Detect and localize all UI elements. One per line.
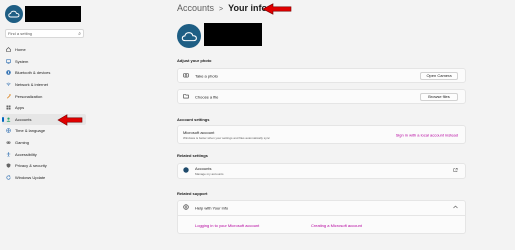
search-input[interactable]: Find a setting ⌕ — [5, 29, 84, 38]
search-placeholder: Find a setting — [8, 31, 33, 36]
breadcrumb-accounts[interactable]: Accounts — [177, 3, 214, 13]
network-icon — [6, 82, 11, 87]
accounts-related-label: Accounts — [195, 166, 212, 171]
sidebar-item-windows-update[interactable]: Windows Update — [2, 172, 86, 184]
settings-window: Find a setting ⌕ Home System Bluetooth &… — [0, 0, 515, 250]
sidebar-item-label: Gaming — [15, 140, 30, 146]
sidebar-item-label: Bluetooth & devices — [15, 70, 51, 76]
sidebar-item-label: Accounts — [15, 116, 32, 122]
browse-files-button[interactable]: Browse files — [420, 92, 458, 101]
sidebar-item-system[interactable]: System — [2, 56, 86, 68]
accounts-icon — [6, 117, 11, 122]
cloud-icon — [8, 10, 20, 18]
sidebar-item-time-language[interactable]: Time & language — [2, 125, 86, 137]
chevron-up-icon[interactable] — [453, 205, 458, 211]
sidebar-item-label: Accessibility — [15, 151, 37, 157]
accessibility-icon — [6, 152, 11, 157]
sidebar-profile[interactable] — [5, 5, 83, 25]
section-title-related-support: Related support — [177, 191, 208, 196]
avatar — [177, 24, 201, 48]
creating-account-link[interactable]: Creating a Microsoft account — [311, 223, 362, 228]
microsoft-account-row: Microsoft account Windows is better when… — [177, 125, 466, 144]
sidebar-item-apps[interactable]: Apps — [2, 102, 86, 114]
sidebar-item-bluetooth[interactable]: Bluetooth & devices — [2, 67, 86, 79]
sidebar-item-privacy-security[interactable]: Privacy & security — [2, 160, 86, 172]
sidebar-item-label: Home — [15, 47, 26, 53]
gaming-icon — [6, 140, 11, 145]
sidebar-item-label: Personalization — [15, 93, 43, 99]
microsoft-account-label: Microsoft account — [183, 130, 215, 135]
microsoft-account-description: Windows is better when your settings and… — [183, 136, 270, 140]
system-icon — [6, 59, 11, 64]
sign-in-local-account-link[interactable]: Sign in with a local account instead — [396, 132, 458, 137]
bluetooth-icon — [6, 70, 11, 76]
accounts-related-description: Manage my accounts — [195, 172, 224, 176]
search-icon: ⌕ — [78, 31, 81, 37]
breadcrumb: Accounts > Your info — [177, 3, 267, 13]
sidebar-item-label: Apps — [15, 105, 25, 111]
sidebar-item-label: System — [15, 58, 29, 64]
sidebar-item-label: Network & internet — [15, 82, 48, 88]
redacted-user-name — [204, 23, 262, 46]
logging-in-link[interactable]: Logging in to your Microsoft account — [195, 223, 259, 228]
sidebar-item-home[interactable]: Home — [2, 44, 86, 56]
shield-icon — [6, 163, 11, 168]
choose-file-row: Choose a file Browse files — [177, 89, 466, 104]
sidebar-item-label: Time & language — [15, 128, 46, 134]
sidebar-item-accessibility[interactable]: Accessibility — [2, 148, 86, 160]
update-icon — [6, 175, 11, 180]
help-links-panel: Logging in to your Microsoft account Cre… — [177, 216, 466, 234]
microsoft-account-text: Microsoft account Windows is better when… — [183, 130, 270, 140]
home-icon — [6, 47, 11, 53]
open-external-icon[interactable] — [453, 168, 458, 175]
take-photo-row: Take a photo Open Camera — [177, 68, 466, 83]
cloud-icon — [181, 31, 197, 41]
help-your-info-row[interactable]: Help with Your info — [177, 200, 466, 216]
brush-icon — [6, 93, 11, 99]
choose-file-label: Choose a file — [195, 94, 219, 99]
open-camera-button[interactable]: Open Camera — [420, 71, 458, 80]
profile-header — [177, 23, 277, 48]
annotation-arrow-icon — [262, 3, 292, 15]
sidebar-item-label: Privacy & security — [15, 163, 47, 169]
sidebar-item-personalization[interactable]: Personalization — [2, 90, 86, 102]
annotation-arrow-icon — [57, 114, 83, 126]
section-title-related-settings: Related settings — [177, 153, 208, 158]
take-photo-label: Take a photo — [195, 73, 218, 78]
sidebar-item-gaming[interactable]: Gaming — [2, 137, 86, 149]
globe-icon — [6, 128, 11, 134]
apps-icon — [6, 105, 11, 110]
sidebar-item-label: Windows Update — [15, 174, 46, 180]
account-avatar-icon — [183, 167, 189, 175]
sidebar-item-network[interactable]: Network & internet — [2, 79, 86, 91]
camera-icon — [183, 72, 189, 80]
main-content: Accounts > Your info Adjust your photo Tak… — [177, 0, 467, 250]
folder-icon — [183, 93, 189, 101]
accounts-related-text: Accounts Manage my accounts — [195, 166, 224, 176]
redacted-user-name — [25, 6, 81, 22]
avatar — [5, 5, 23, 23]
globe-icon — [183, 204, 189, 212]
breadcrumb-separator: > — [219, 6, 224, 13]
section-title-account-settings: Account settings — [177, 117, 210, 122]
help-your-info-label: Help with Your info — [195, 205, 229, 211]
accounts-related-row[interactable]: Accounts Manage my accounts — [177, 163, 466, 179]
section-title-adjust-photo: Adjust your photo — [177, 58, 212, 63]
